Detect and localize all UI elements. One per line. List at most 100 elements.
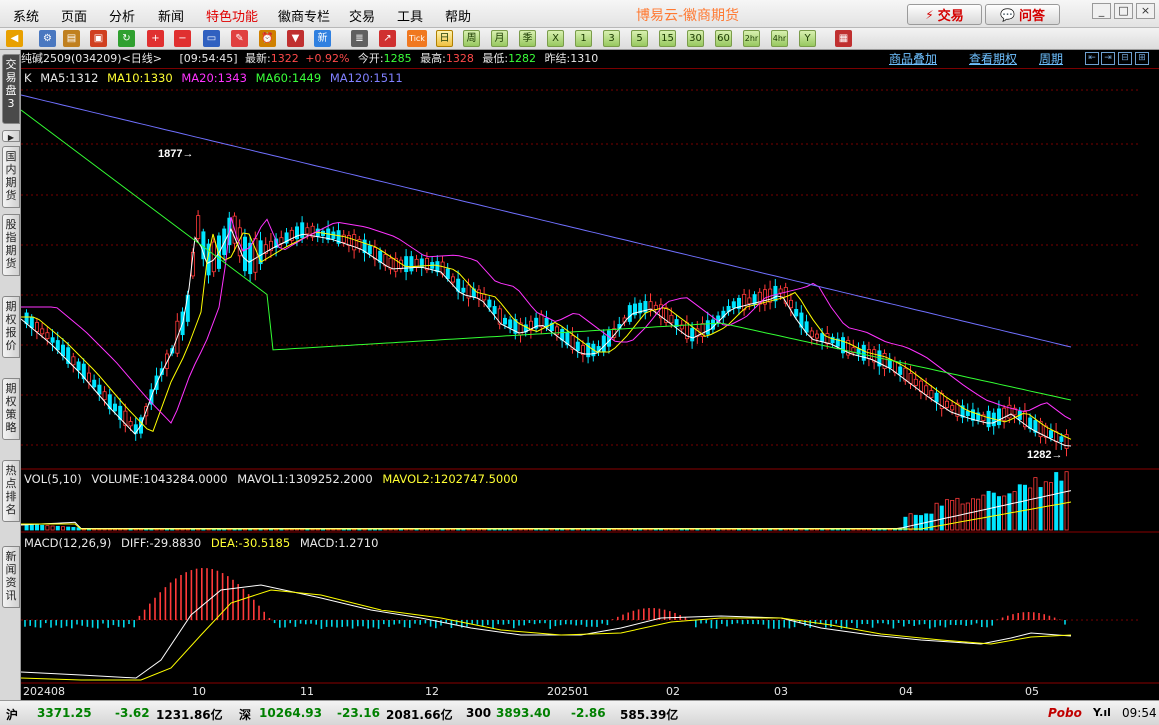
volume-bar [71, 526, 76, 531]
period-week[interactable]: 周 [463, 30, 480, 47]
tab-index-futures[interactable]: 股指期货 [2, 214, 20, 276]
candle-body [45, 332, 50, 340]
volume-value: VOLUME:1043284.0000 [91, 472, 228, 486]
pen-icon[interactable]: ✎ [231, 30, 248, 47]
back-arrow-icon[interactable]: ◀ [6, 30, 23, 47]
candle-body [648, 301, 653, 310]
menu-trade[interactable]: 交易 [349, 6, 375, 25]
gear-icon[interactable]: ⚙ [39, 30, 56, 47]
mavol1-value: MAVOL1:1309252.2000 [237, 472, 373, 486]
volume-bar [955, 497, 960, 531]
candle-body [346, 235, 351, 246]
window-icon[interactable]: ▭ [203, 30, 220, 47]
tab-collapse-arrow[interactable]: ▶ [2, 130, 20, 142]
menu-tools[interactable]: 工具 [397, 6, 423, 25]
candle-body [731, 301, 736, 309]
period-60min[interactable]: 60 [715, 30, 732, 47]
volume-bar [950, 500, 955, 531]
candle-body [919, 380, 924, 392]
candle-body [55, 340, 60, 351]
tab-trading-panel[interactable]: 交易盘3 [2, 54, 20, 124]
tab-hot-ranking[interactable]: 热点排名 [2, 460, 20, 522]
menu-special-features[interactable]: 特色功能 [206, 6, 258, 25]
maximize-button[interactable]: □ [1114, 3, 1133, 19]
volume-bar [1049, 482, 1054, 531]
database-icon[interactable]: ▤ [63, 30, 80, 47]
tab-domestic-futures[interactable]: 国内期货 [2, 146, 20, 208]
volume-bar [981, 494, 986, 531]
menu-help[interactable]: 帮助 [445, 6, 471, 25]
menu-page[interactable]: 页面 [61, 6, 87, 25]
volume-bar [40, 524, 45, 531]
period-3min[interactable]: 3 [603, 30, 620, 47]
period-day[interactable]: 日 [436, 30, 453, 47]
candle-body [305, 227, 310, 235]
period-x[interactable]: X [547, 30, 564, 47]
sh-index: 3371.25 [37, 706, 92, 720]
menu-system[interactable]: 系统 [13, 6, 39, 25]
window-controls: _ □ × [1092, 3, 1155, 19]
candle-body [87, 372, 92, 383]
candle-body [508, 319, 513, 329]
volume-bar [945, 499, 950, 531]
menu-analysis[interactable]: 分析 [109, 6, 135, 25]
close-button[interactable]: × [1136, 3, 1155, 19]
volume-bar [960, 503, 965, 531]
candle-body [742, 293, 747, 311]
date-label: 05 [1025, 685, 1039, 698]
period-1min[interactable]: 1 [575, 30, 592, 47]
app-title: 博易云-徽商期货 [636, 8, 740, 24]
candle-body [50, 337, 55, 343]
candle-body [128, 421, 133, 427]
candle-body [1028, 417, 1033, 429]
chart-line-icon[interactable]: ↗ [379, 30, 396, 47]
macd-legend: MACD(12,26,9) DIFF:-29.8830 DEA:-30.5185… [24, 536, 384, 550]
period-month[interactable]: 月 [491, 30, 508, 47]
date-label: 11 [300, 685, 314, 698]
period-year[interactable]: Y [799, 30, 816, 47]
date-label: 04 [899, 685, 913, 698]
period-2hr[interactable]: 2hr [743, 30, 760, 47]
period-quarter[interactable]: 季 [519, 30, 536, 47]
period-5min[interactable]: 5 [631, 30, 648, 47]
layout-icon[interactable]: ▦ [835, 30, 852, 47]
minimize-button[interactable]: _ [1092, 3, 1111, 19]
candle-body [242, 236, 247, 272]
zoom-out-icon[interactable]: − [174, 30, 191, 47]
hs300-index: 3893.40 [496, 706, 551, 720]
candle-body [898, 366, 903, 375]
filter-icon[interactable]: ▼ [287, 30, 304, 47]
candle-body [34, 322, 39, 332]
menu-news[interactable]: 新闻 [158, 6, 184, 25]
report-icon[interactable]: ≣ [351, 30, 368, 47]
period-4hr[interactable]: 4hr [771, 30, 788, 47]
ask-button[interactable]: 💬 问答 [985, 4, 1060, 25]
refresh-icon[interactable]: ↻ [118, 30, 135, 47]
candle-body [196, 215, 201, 240]
zoom-in-icon[interactable]: + [147, 30, 164, 47]
candle-body [487, 299, 492, 308]
candle-body [560, 329, 565, 341]
trade-button[interactable]: ⚡ 交易 [907, 4, 982, 25]
menu-huishang-column[interactable]: 徽商专栏 [278, 6, 330, 25]
candle-body [300, 222, 305, 239]
tick-button[interactable]: Tick [407, 30, 427, 47]
period-30min[interactable]: 30 [687, 30, 704, 47]
candle-body [539, 314, 544, 328]
alarm-icon[interactable]: ⏰ [259, 30, 276, 47]
volume-bar [1054, 472, 1059, 531]
tab-option-quotes[interactable]: 期权报价 [2, 296, 20, 358]
period-15min[interactable]: 15 [659, 30, 676, 47]
candle-body [1059, 436, 1064, 442]
news-icon[interactable]: 新 [314, 30, 331, 47]
sh-amount: 1231.86亿 [156, 708, 223, 722]
candle-body [409, 256, 414, 272]
folder-icon[interactable]: ▣ [90, 30, 107, 47]
tab-news-info[interactable]: 新闻资讯 [2, 546, 20, 608]
hs300-change: -2.86 [571, 706, 606, 720]
tab-option-strategy[interactable]: 期权策略 [2, 378, 20, 440]
candle-body [97, 384, 102, 395]
volume-bar [965, 502, 970, 531]
kline-chart-area[interactable]: 纯碱2509(034209)<日线> [09:54:45] 最新:1322 +0… [21, 50, 1159, 700]
candle-body [690, 328, 695, 342]
